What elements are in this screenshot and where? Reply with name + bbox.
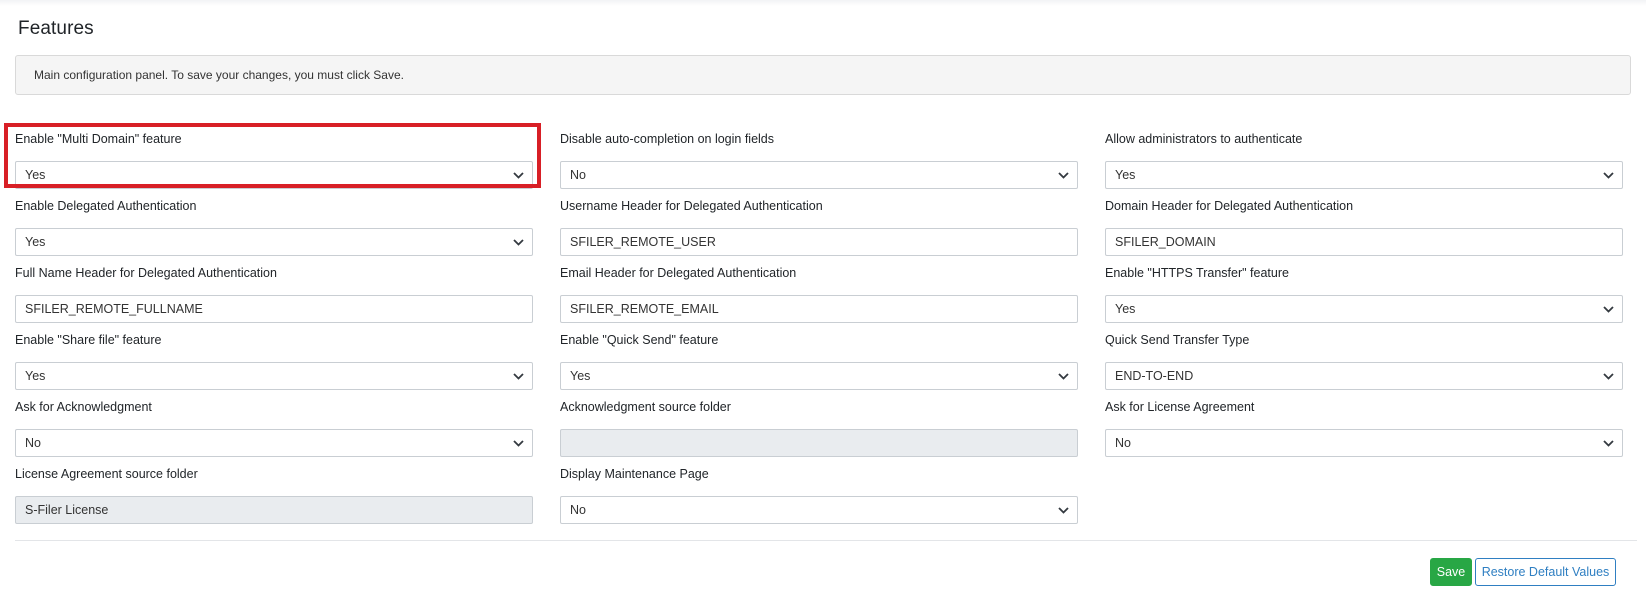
field-label: Enable Delegated Authentication [15, 199, 197, 213]
input-value: SFILER_REMOTE_FULLNAME [25, 302, 203, 316]
share-file-select[interactable]: Yes [15, 362, 533, 390]
field-share-file: Enable "Share file" feature Yes [15, 332, 533, 390]
field-https-transfer: Enable "HTTPS Transfer" feature Yes [1105, 265, 1623, 323]
field-quick-send: Enable "Quick Send" feature Yes [560, 332, 1078, 390]
field-email-header: Email Header for Delegated Authenticatio… [560, 265, 1078, 323]
info-panel: Main configuration panel. To save your c… [15, 55, 1631, 95]
field-ask-license: Ask for License Agreement No [1105, 399, 1623, 457]
field-label: Enable "Multi Domain" feature [15, 132, 182, 146]
info-text: Main configuration panel. To save your c… [34, 68, 404, 82]
field-label: License Agreement source folder [15, 467, 198, 481]
field-label: Quick Send Transfer Type [1105, 333, 1250, 347]
domain-header-input[interactable]: SFILER_DOMAIN [1105, 228, 1623, 256]
field-acknowledgment-folder: Acknowledgment source folder [560, 399, 1078, 457]
field-label: Disable auto-completion on login fields [560, 132, 775, 146]
divider [15, 540, 1637, 541]
quick-send-select[interactable]: Yes [560, 362, 1078, 390]
field-quick-send-type: Quick Send Transfer Type END-TO-END [1105, 332, 1623, 390]
field-label: Ask for Acknowledgment [15, 400, 152, 414]
chevron-down-icon [1603, 162, 1614, 188]
field-maintenance-page: Display Maintenance Page No [560, 466, 1078, 524]
chevron-down-icon [1603, 296, 1614, 322]
username-header-input[interactable]: SFILER_REMOTE_USER [560, 228, 1078, 256]
field-domain-header: Domain Header for Delegated Authenticati… [1105, 198, 1623, 256]
field-label: Enable "Share file" feature [15, 333, 162, 347]
field-label: Acknowledgment source folder [560, 400, 731, 414]
restore-defaults-button[interactable]: Restore Default Values [1475, 558, 1616, 586]
fullname-header-input[interactable]: SFILER_REMOTE_FULLNAME [15, 295, 533, 323]
field-allow-admin-auth: Allow administrators to authenticate Yes [1105, 131, 1623, 189]
field-label: Full Name Header for Delegated Authentic… [15, 266, 277, 280]
field-label: Username Header for Delegated Authentica… [560, 199, 823, 213]
delegated-auth-select[interactable]: Yes [15, 228, 533, 256]
field-label: Enable "HTTPS Transfer" feature [1105, 266, 1289, 280]
maintenance-page-select[interactable]: No [560, 496, 1078, 524]
field-ask-acknowledgment: Ask for Acknowledgment No [15, 399, 533, 457]
input-value: SFILER_DOMAIN [1115, 235, 1216, 249]
chevron-down-icon [513, 430, 524, 456]
select-value: No [570, 168, 586, 182]
chevron-down-icon [1603, 363, 1614, 389]
field-label: Email Header for Delegated Authenticatio… [560, 266, 797, 280]
select-value: Yes [25, 369, 46, 383]
multi-domain-select[interactable]: Yes [15, 161, 533, 189]
field-label: Ask for License Agreement [1105, 400, 1255, 414]
acknowledgment-folder-input [560, 429, 1078, 457]
input-value: S-Filer License [25, 503, 109, 517]
ask-license-select[interactable]: No [1105, 429, 1623, 457]
field-username-header: Username Header for Delegated Authentica… [560, 198, 1078, 256]
chevron-down-icon [513, 229, 524, 255]
field-label: Enable "Quick Send" feature [560, 333, 719, 347]
email-header-input[interactable]: SFILER_REMOTE_EMAIL [560, 295, 1078, 323]
quick-send-type-select[interactable]: END-TO-END [1105, 362, 1623, 390]
https-transfer-select[interactable]: Yes [1105, 295, 1623, 323]
field-delegated-auth: Enable Delegated Authentication Yes [15, 198, 533, 256]
top-shade [0, 0, 1646, 6]
page-title: Features [18, 18, 94, 39]
field-label: Domain Header for Delegated Authenticati… [1105, 199, 1354, 213]
license-folder-input: S-Filer License [15, 496, 533, 524]
field-license-folder: License Agreement source folder S-Filer … [15, 466, 533, 524]
chevron-down-icon [1058, 162, 1069, 188]
select-value: Yes [1115, 168, 1136, 182]
disable-autocomplete-select[interactable]: No [560, 161, 1078, 189]
select-value: END-TO-END [1115, 369, 1194, 383]
chevron-down-icon [1603, 430, 1614, 456]
save-button[interactable]: Save [1430, 558, 1472, 586]
chevron-down-icon [1058, 497, 1069, 523]
field-label: Allow administrators to authenticate [1105, 132, 1303, 146]
select-value: Yes [25, 235, 46, 249]
field-disable-autocomplete: Disable auto-completion on login fields … [560, 131, 1078, 189]
select-value: No [1115, 436, 1131, 450]
select-value: Yes [570, 369, 591, 383]
select-value: Yes [1115, 302, 1136, 316]
allow-admin-auth-select[interactable]: Yes [1105, 161, 1623, 189]
input-value: SFILER_REMOTE_EMAIL [570, 302, 719, 316]
field-multi-domain: Enable "Multi Domain" feature Yes [15, 131, 533, 189]
field-label: Display Maintenance Page [560, 467, 709, 481]
chevron-down-icon [513, 162, 524, 188]
select-value: No [25, 436, 41, 450]
chevron-down-icon [1058, 363, 1069, 389]
select-value: No [570, 503, 586, 517]
chevron-down-icon [513, 363, 524, 389]
input-value: SFILER_REMOTE_USER [570, 235, 716, 249]
ask-acknowledgment-select[interactable]: No [15, 429, 533, 457]
field-fullname-header: Full Name Header for Delegated Authentic… [15, 265, 533, 323]
select-value: Yes [25, 168, 46, 182]
